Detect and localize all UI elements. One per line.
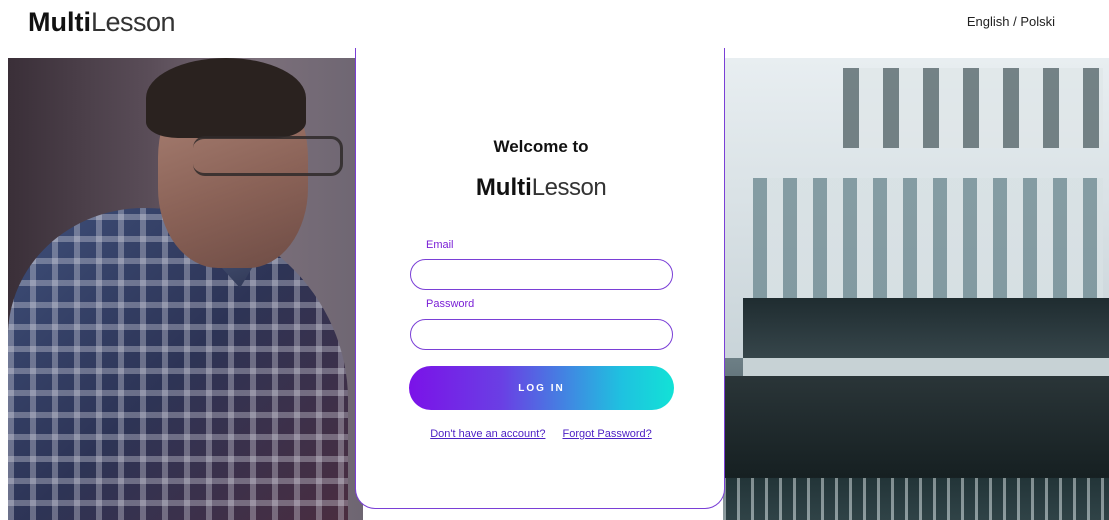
signup-link[interactable]: Don't have an account? — [430, 428, 545, 440]
building-windows — [753, 178, 1103, 298]
awning-trim — [743, 358, 1109, 376]
password-field[interactable] — [410, 319, 673, 350]
card-logo: MultiLesson — [356, 174, 726, 202]
building-upper-windows — [843, 68, 1103, 148]
site-logo[interactable]: MultiLesson — [28, 7, 176, 37]
card-logo-bold: Multi — [475, 174, 532, 201]
password-label: Password — [426, 298, 475, 310]
login-card: Welcome to MultiLesson Email Password LO… — [355, 48, 725, 509]
email-label: Email — [426, 239, 454, 251]
card-logo-light: Lesson — [531, 174, 607, 201]
forgot-password-link[interactable]: Forgot Password? — [563, 428, 652, 440]
hero-photo-person — [8, 58, 363, 520]
email-field[interactable] — [410, 259, 673, 290]
glasses-shape — [193, 136, 343, 176]
auth-links: Don't have an account? Forgot Password? — [356, 428, 726, 440]
person-hair-shape — [146, 58, 306, 138]
login-button[interactable]: LOG IN — [409, 366, 674, 410]
welcome-heading: Welcome to — [493, 137, 589, 156]
logo-bold-text: Multi — [28, 7, 91, 37]
street-railing — [723, 478, 1109, 520]
language-switcher[interactable]: English / Polski — [967, 14, 1055, 29]
hero-photo-building — [723, 58, 1109, 520]
logo-light-text: Lesson — [90, 7, 176, 37]
plaid-shirt-shape — [8, 208, 348, 520]
